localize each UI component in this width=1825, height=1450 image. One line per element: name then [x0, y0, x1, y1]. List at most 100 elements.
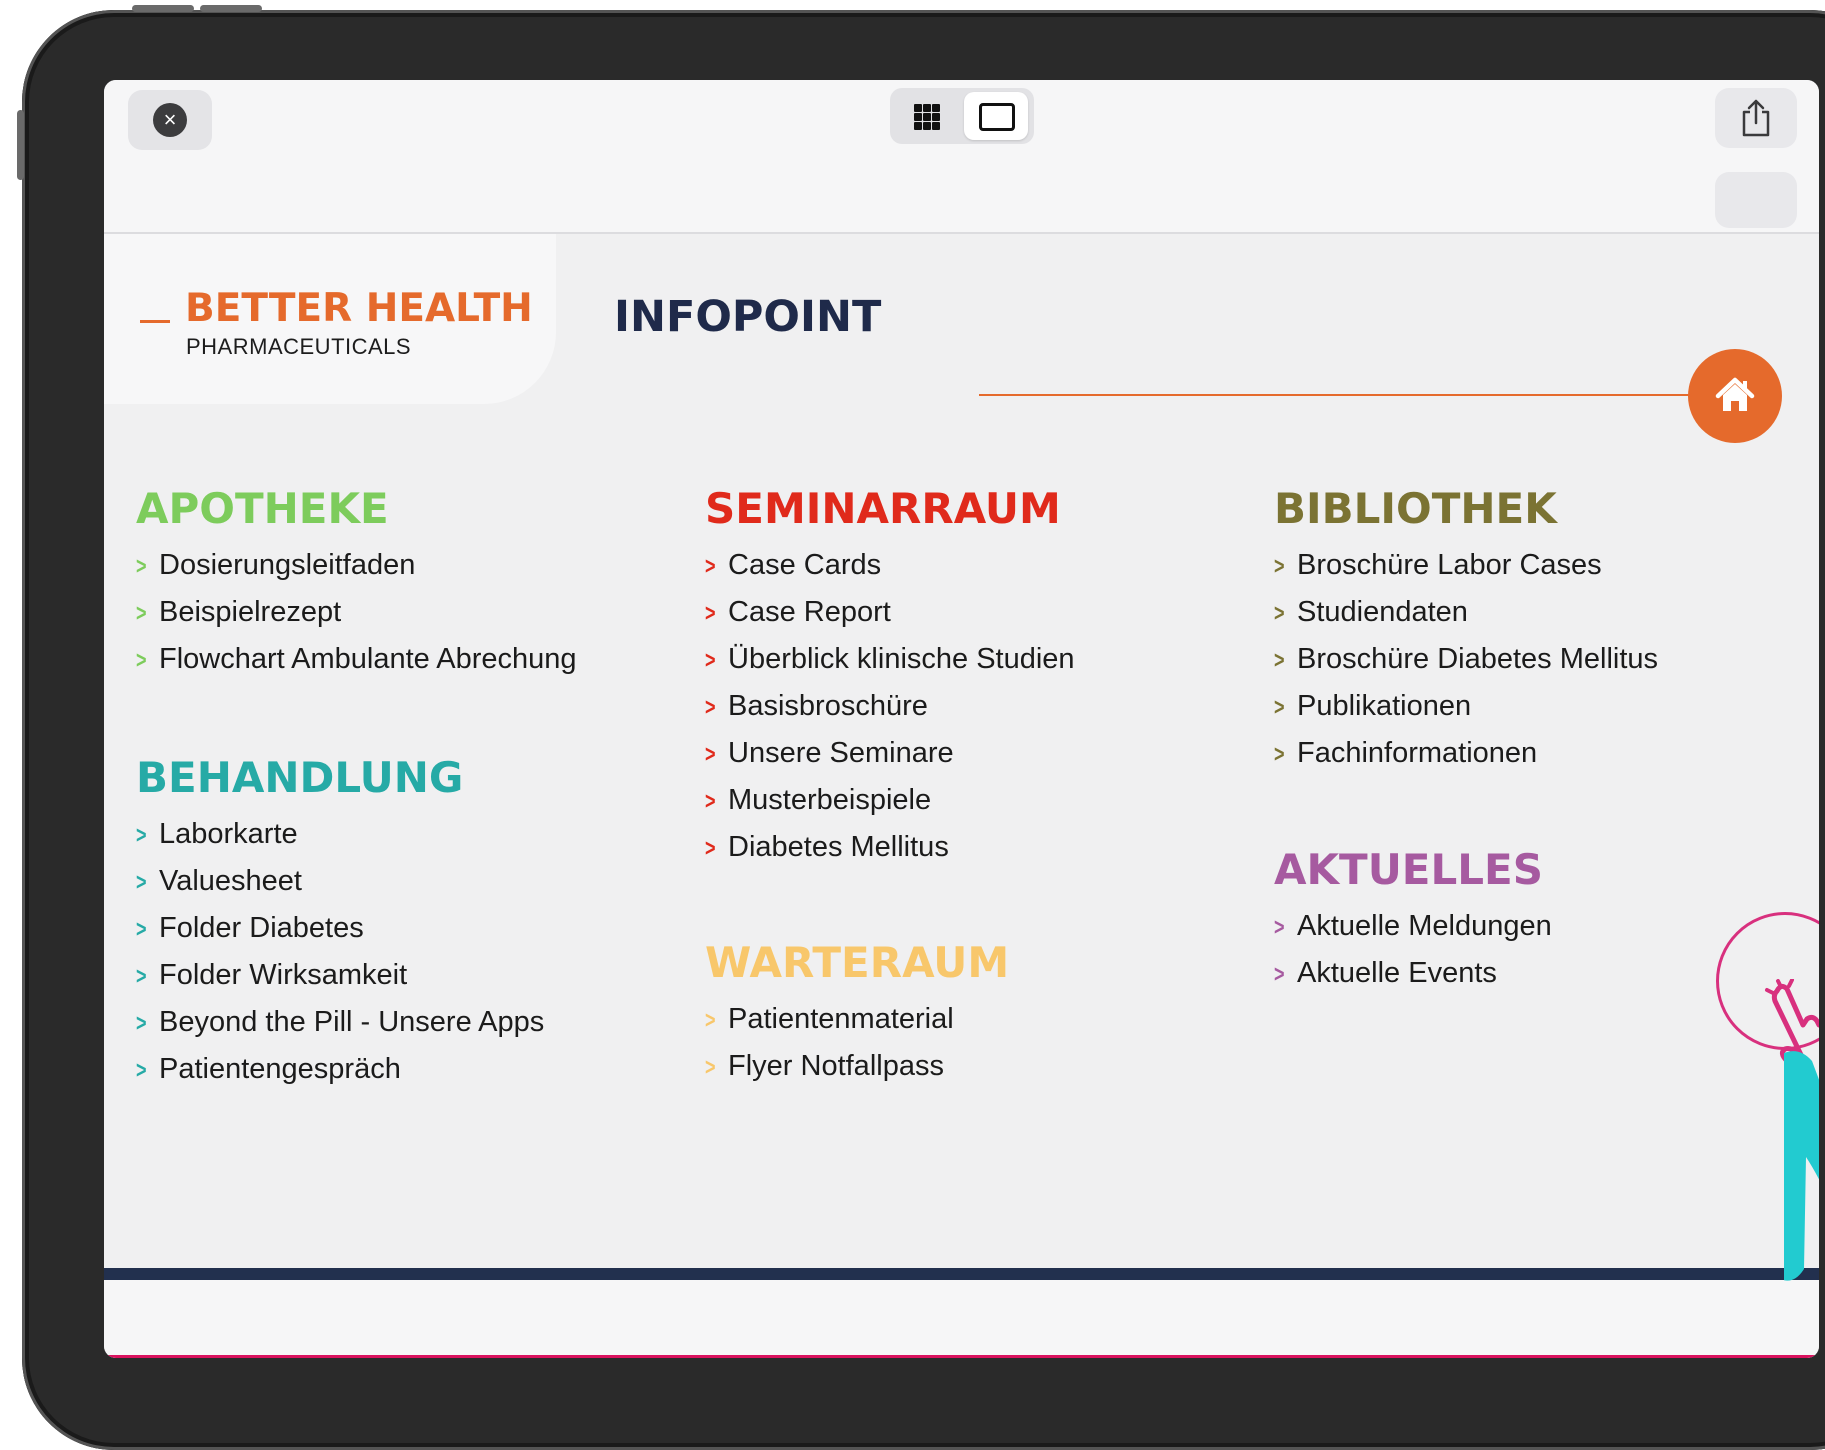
link-behandlung-item[interactable]: > Folder Wirksamkeit: [136, 952, 544, 999]
link-seminarraum-item[interactable]: > Musterbeispiele: [705, 777, 1075, 824]
section-title-bibliothek: BIBLIOTHEK: [1274, 484, 1557, 533]
footer-area: [104, 1280, 1819, 1358]
link-label: Aktuelle Events: [1297, 957, 1497, 989]
chevron-right-icon: >: [136, 822, 147, 849]
arrow-icon: [1784, 1051, 1819, 1281]
link-seminarraum-item[interactable]: > Case Report: [705, 589, 1075, 636]
link-label: Patientengespräch: [159, 1053, 401, 1085]
link-label: Musterbeispiele: [728, 784, 932, 816]
link-label: Laborkarte: [159, 818, 298, 850]
chevron-right-icon: >: [705, 1007, 716, 1034]
screen: × BETTER HEALTH PHARMACEUTICALS INFOPOIN…: [104, 80, 1819, 1358]
link-label: Folder Diabetes: [159, 912, 364, 944]
link-apotheke-item[interactable]: > Dosierungsleitfaden: [136, 542, 577, 589]
volume-button: [132, 5, 194, 12]
section-list-bibliothek: > Broschüre Labor Cases > Studiendaten > Bros…: [1274, 542, 1658, 777]
toolbar-button[interactable]: [1715, 172, 1797, 228]
link-label: Diabetes Mellitus: [728, 831, 949, 863]
title-rule: [979, 394, 1779, 396]
link-seminarraum-item[interactable]: > Unsere Seminare: [705, 730, 1075, 777]
view-mode-switch[interactable]: [890, 88, 1034, 144]
chevron-right-icon: >: [705, 694, 716, 721]
link-label: Beispielrezept: [159, 596, 342, 628]
close-button[interactable]: ×: [128, 90, 212, 150]
page-title: INFOPOINT: [614, 292, 882, 342]
link-bibliothek-item[interactable]: > Publikationen: [1274, 683, 1658, 730]
chevron-right-icon: >: [1274, 647, 1285, 674]
section-title-behandlung: BEHANDLUNG: [136, 753, 464, 802]
link-bibliothek-item[interactable]: > Broschüre Labor Cases: [1274, 542, 1658, 589]
chevron-right-icon: >: [136, 553, 147, 580]
chevron-right-icon: >: [136, 1010, 147, 1037]
link-label: Patientenmaterial: [728, 1003, 954, 1035]
section-list-seminarraum: > Case Cards > Case Report > Überblick klinis…: [705, 542, 1075, 871]
chevron-right-icon: >: [705, 1054, 716, 1081]
volume-button: [200, 5, 262, 12]
link-label: Überblick klinische Studien: [728, 643, 1075, 675]
link-label: Beyond the Pill - Unsere Apps: [159, 1006, 545, 1038]
home-icon: [1715, 377, 1755, 411]
chevron-right-icon: >: [1274, 914, 1285, 941]
link-label: Dosierungsleitfaden: [159, 549, 416, 581]
single-page-button[interactable]: [964, 92, 1028, 140]
section-list-behandlung: > Laborkarte > Valuesheet > Folder Diabetes > F…: [136, 811, 544, 1093]
chevron-right-icon: >: [136, 916, 147, 943]
close-icon: ×: [153, 103, 187, 137]
section-title-apotheke: APOTHEKE: [136, 484, 389, 533]
section-list-apotheke: > Dosierungsleitfaden > Beispielrezept > Flow…: [136, 542, 577, 683]
link-label: Publikationen: [1297, 690, 1472, 722]
link-bibliothek-item[interactable]: > Fachinformationen: [1274, 730, 1658, 777]
section-list-aktuelles: > Aktuelle Meldungen > Aktuelle Events: [1274, 903, 1552, 997]
link-seminarraum-item[interactable]: > Basisbroschüre: [705, 683, 1075, 730]
link-aktuelles-item[interactable]: > Aktuelle Meldungen: [1274, 903, 1552, 950]
chevron-right-icon: >: [1274, 600, 1285, 627]
chevron-right-icon: >: [136, 963, 147, 990]
home-button[interactable]: [1688, 349, 1782, 443]
link-label: Broschüre Labor Cases: [1297, 549, 1602, 581]
chevron-right-icon: >: [136, 647, 147, 674]
link-label: Valuesheet: [159, 865, 302, 897]
link-behandlung-item[interactable]: > Folder Diabetes: [136, 905, 544, 952]
tablet-frame: × BETTER HEALTH PHARMACEUTICALS INFOPOIN…: [17, 5, 1825, 1450]
link-seminarraum-item[interactable]: > Überblick klinische Studien: [705, 636, 1075, 683]
link-label: Flowchart Ambulante Abrechung: [159, 643, 577, 675]
logo-main-text: BETTER HEALTH: [185, 286, 533, 331]
link-behandlung-item[interactable]: > Valuesheet: [136, 858, 544, 905]
link-label: Broschüre Diabetes Mellitus: [1297, 643, 1659, 675]
link-warteraum-item[interactable]: > Flyer Notfallpass: [705, 1043, 954, 1090]
section-title-aktuelles: AKTUELLES: [1274, 845, 1543, 894]
link-bibliothek-item[interactable]: > Broschüre Diabetes Mellitus: [1274, 636, 1658, 683]
share-icon: [1742, 99, 1770, 137]
link-label: Basisbroschüre: [728, 690, 928, 722]
section-title-warteraum: WARTERAUM: [705, 938, 1010, 987]
chevron-right-icon: >: [1274, 961, 1285, 988]
link-seminarraum-item[interactable]: > Diabetes Mellitus: [705, 824, 1075, 871]
chevron-right-icon: >: [1274, 741, 1285, 768]
grid-view-icon: [914, 104, 940, 130]
single-page-icon: [979, 103, 1015, 131]
chevron-right-icon: >: [136, 869, 147, 896]
link-label: Aktuelle Meldungen: [1297, 910, 1552, 942]
link-warteraum-item[interactable]: > Patientenmaterial: [705, 996, 954, 1043]
link-bibliothek-item[interactable]: > Studiendaten: [1274, 589, 1658, 636]
chevron-right-icon: >: [705, 835, 716, 862]
link-behandlung-item[interactable]: > Beyond the Pill - Unsere Apps: [136, 999, 544, 1046]
link-seminarraum-item[interactable]: > Case Cards: [705, 542, 1075, 589]
bottom-edge: [104, 1355, 1819, 1358]
logo[interactable]: BETTER HEALTH PHARMACEUTICALS: [104, 234, 556, 404]
link-label: Case Report: [728, 596, 891, 628]
link-apotheke-item[interactable]: > Flowchart Ambulante Abrechung: [136, 636, 577, 683]
link-behandlung-item[interactable]: > Laborkarte: [136, 811, 544, 858]
link-behandlung-item[interactable]: > Patientengespräch: [136, 1046, 544, 1093]
link-aktuelles-item[interactable]: > Aktuelle Events: [1274, 950, 1552, 997]
link-label: Case Cards: [728, 549, 882, 581]
share-button[interactable]: [1715, 88, 1797, 148]
link-label: Flyer Notfallpass: [728, 1050, 944, 1082]
section-title-seminarraum: SEMINARRAUM: [705, 484, 1061, 533]
chevron-right-icon: >: [1274, 694, 1285, 721]
link-label: Fachinformationen: [1297, 737, 1538, 769]
section-list-warteraum: > Patientenmaterial > Flyer Notfallpass: [705, 996, 954, 1090]
link-apotheke-item[interactable]: > Beispielrezept: [136, 589, 577, 636]
side-button: [17, 110, 24, 180]
grid-view-button[interactable]: [900, 96, 954, 136]
